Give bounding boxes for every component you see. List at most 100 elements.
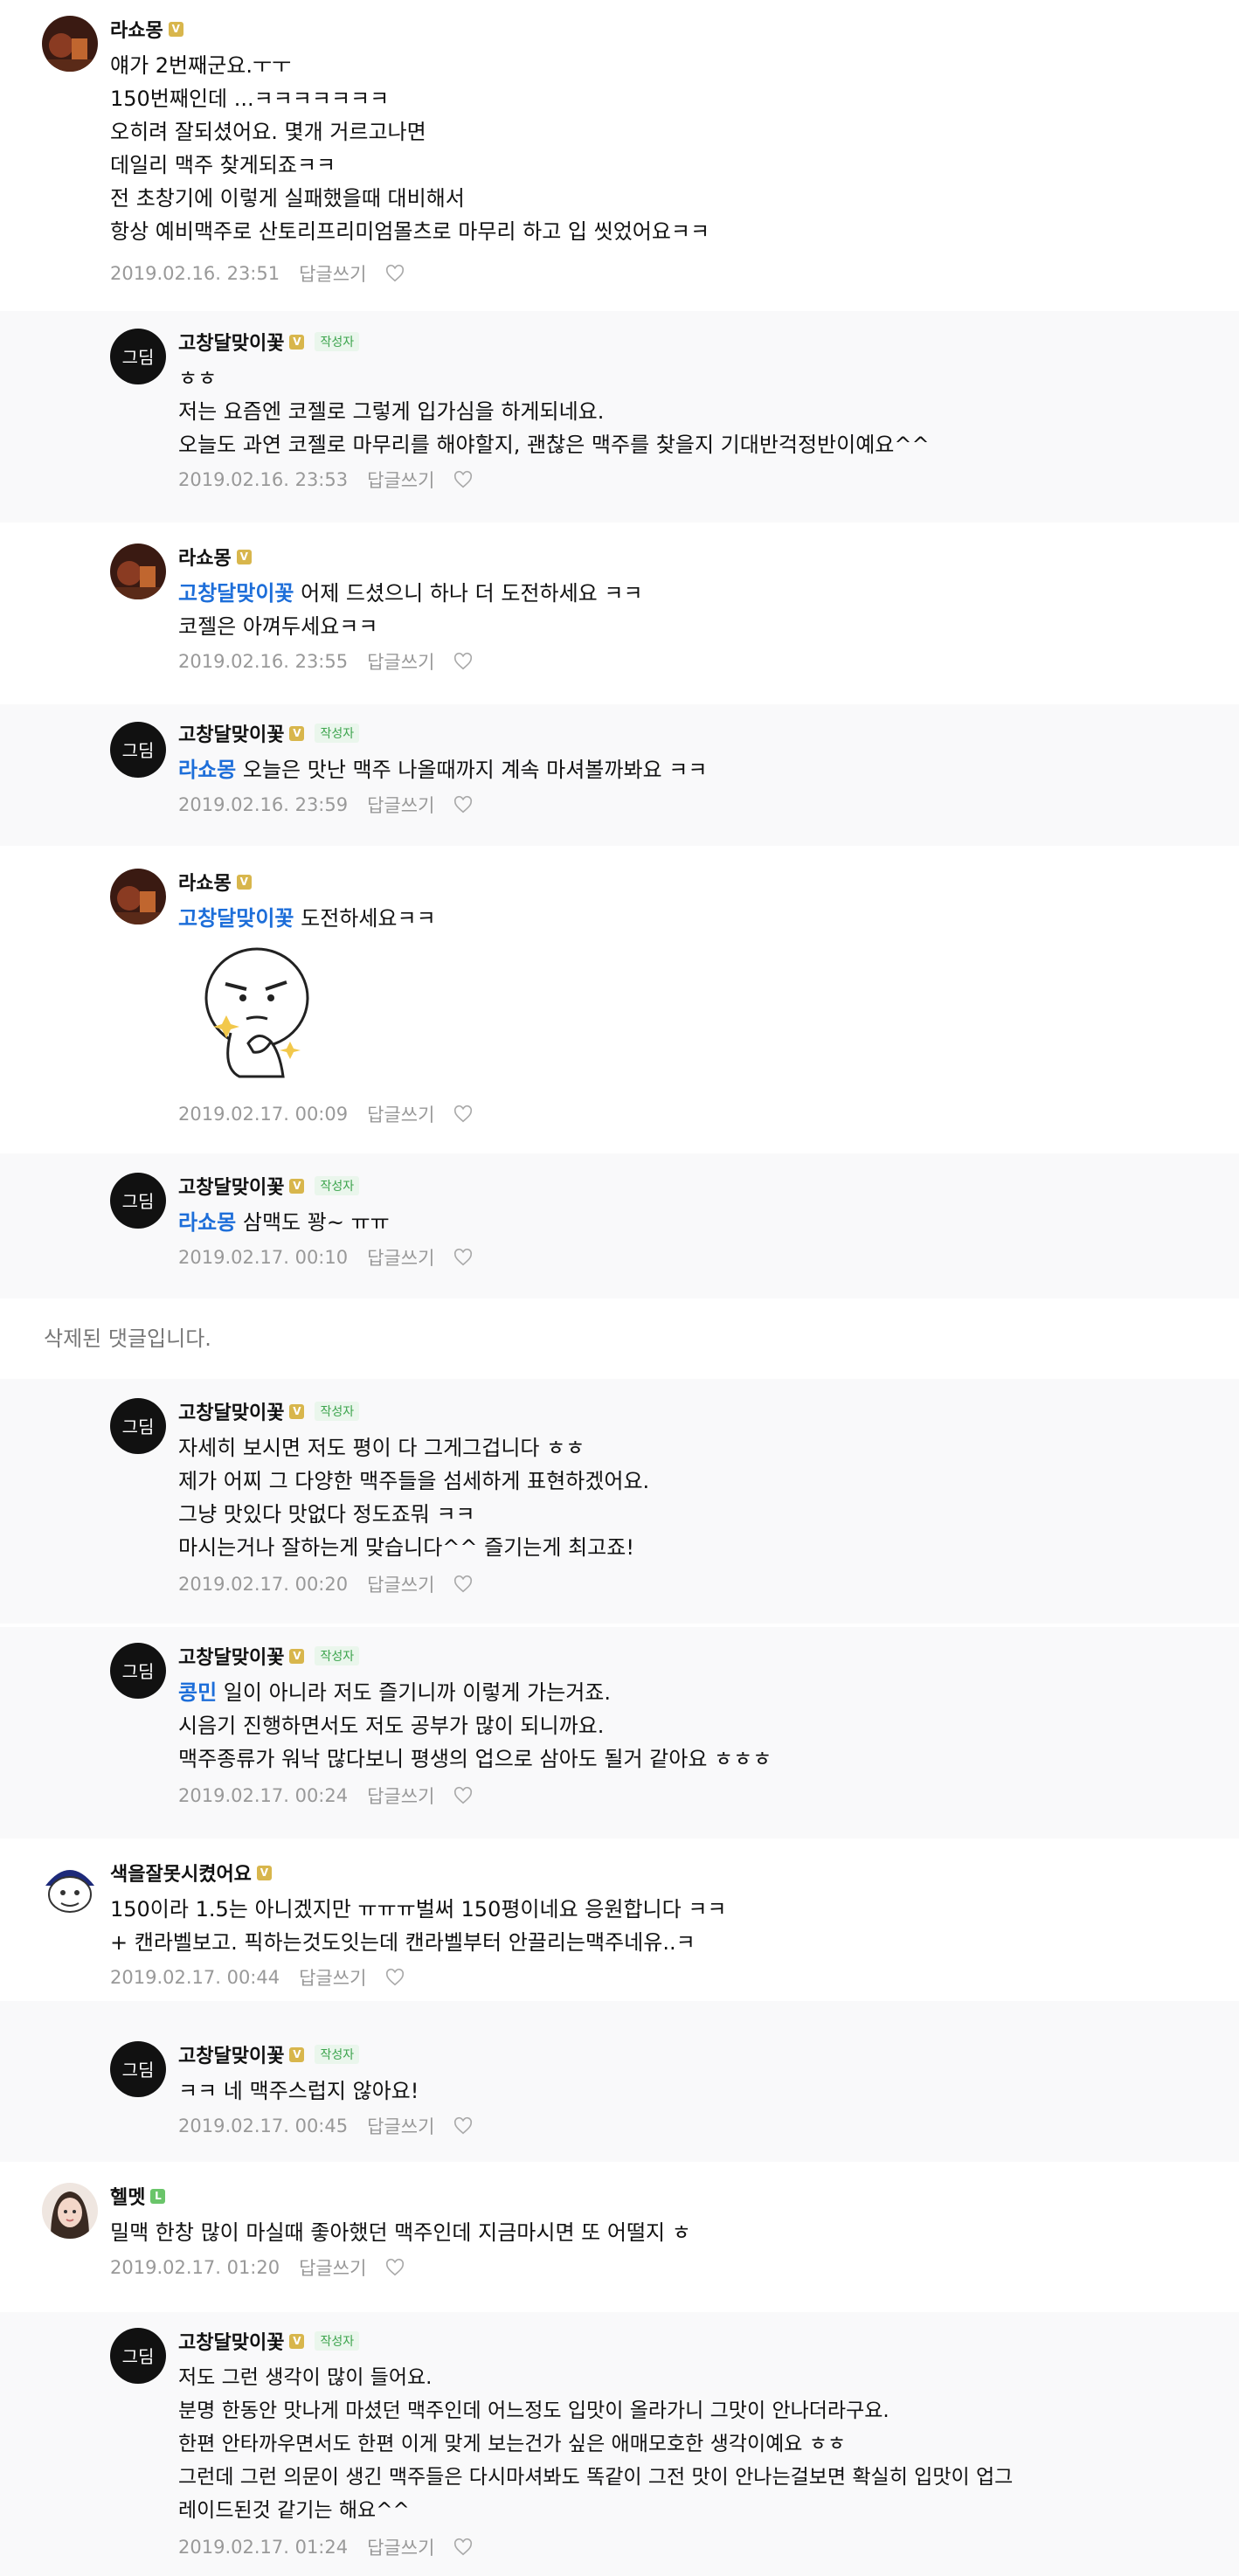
avatar[interactable]: 그딤: [110, 1173, 166, 1229]
reply-button[interactable]: 답글쓰기: [367, 648, 434, 675]
comment-date: 2019.02.17. 01:24: [178, 2537, 349, 2558]
reply-button[interactable]: 답글쓰기: [299, 2254, 366, 2281]
member-level-icon: V: [289, 1178, 305, 1194]
avatar[interactable]: [110, 869, 166, 924]
comment-text: ㅋㅋ 네 맥주스럽지 않아요!: [178, 2079, 419, 2103]
comment-author[interactable]: 고창달맞이꽃: [178, 2327, 284, 2355]
comment-date: 2019.02.17. 00:09: [178, 1104, 349, 1125]
member-level-icon: V: [236, 874, 252, 890]
heart-icon[interactable]: [453, 1104, 473, 1124]
member-level-icon: V: [168, 21, 183, 37]
svg-text:그딤: 그딤: [122, 1191, 155, 1212]
comment-date: 2019.02.17. 00:45: [178, 2116, 349, 2136]
avatar[interactable]: 그딤: [110, 2041, 166, 2097]
avatar[interactable]: [42, 2183, 98, 2239]
comment-item: 라쇼몽 V 얘가 2번째군요.ㅜㅜ 150번째인데 ...ㅋㅋㅋㅋㅋㅋㅋ 오히려 잘…: [0, 0, 1239, 308]
comment-author[interactable]: 고창달맞이꽃: [178, 1397, 284, 1425]
reply-button[interactable]: 답글쓰기: [299, 260, 366, 287]
svg-text:그딤: 그딤: [122, 347, 155, 368]
comment-text: 라쇼몽 삼맥도 꽝~ ㅠㅠ: [178, 1210, 390, 1235]
member-level-icon: V: [289, 334, 305, 350]
avatar[interactable]: 그딤: [110, 2328, 166, 2384]
author-badge: 작성자: [315, 724, 360, 743]
author-badge: 작성자: [315, 1176, 360, 1195]
reply-item: 라쇼몽 V 고창달맞이꽃 어제 드셨으니 하나 더 도전하세요 ㅋㅋ 코젤은 아껴…: [0, 526, 1239, 697]
comment-date: 2019.02.16. 23:53: [178, 469, 349, 490]
comment-author[interactable]: 고창달맞이꽃: [178, 2040, 284, 2068]
comment-text: 150이라 1.5는 아니겠지만 ㅠㅠㅠ벌써 150평이네요 응원합니다 ㅋㅋ +…: [110, 1897, 727, 1955]
heart-icon[interactable]: [453, 1786, 473, 1805]
reply-item: 그딤 고창달맞이꽃 V 작성자 콩민 일이 아니라 저도 즐기니까 이렇게 가는…: [0, 1627, 1239, 1839]
comment-date: 2019.02.17. 00:20: [178, 1574, 349, 1595]
reply-item: 그딤 고창달맞이꽃 V 작성자 라쇼몽 오늘은 맛난 맥주 나올때까지 계속 마…: [0, 704, 1239, 846]
reply-button[interactable]: 답글쓰기: [367, 1783, 434, 1809]
comment-text: 라쇼몽 오늘은 맛난 맥주 나올때까지 계속 마셔볼까봐요 ㅋㅋ: [178, 758, 708, 782]
comment-text: 콩민 일이 아니라 저도 즐기니까 이렇게 가는거죠. 시음기 진행하면서도 저도…: [178, 1680, 772, 1771]
author-badge: 작성자: [315, 1646, 360, 1665]
comment-author[interactable]: 헬멧: [110, 2182, 145, 2210]
heart-icon[interactable]: [453, 1575, 473, 1594]
comment-text: 저도 그런 생각이 많이 들어요. 분명 한동안 맛나게 마셨던 맥주인데 어느정…: [178, 2366, 1014, 2522]
reply-item: 라쇼몽 V 고창달맞이꽃 도전하세요ㅋㅋ 2019.02.17. 00:09 답…: [0, 853, 1239, 1150]
reply-item: 그딤 고창달맞이꽃 V 작성자 ㅎㅎ 저는 요즘엔 코젤로 그렇게 입가심을 하게…: [0, 311, 1239, 523]
heart-icon[interactable]: [453, 2538, 473, 2557]
heart-icon[interactable]: [453, 652, 473, 671]
avatar[interactable]: [110, 544, 166, 599]
svg-text:그딤: 그딤: [122, 1416, 155, 1437]
heart-icon[interactable]: [453, 470, 473, 489]
avatar[interactable]: [42, 1859, 98, 1915]
svg-text:그딤: 그딤: [122, 740, 155, 761]
member-level-icon: V: [236, 549, 252, 564]
avatar[interactable]: 그딤: [110, 1398, 166, 1454]
comment-author[interactable]: 고창달맞이꽃: [178, 1172, 284, 1200]
mention-link[interactable]: 고창달맞이꽃: [178, 906, 294, 931]
heart-icon[interactable]: [385, 264, 405, 283]
avatar[interactable]: 그딤: [110, 722, 166, 778]
avatar[interactable]: 그딤: [110, 329, 166, 384]
author-badge: 작성자: [315, 1402, 360, 1421]
reply-button[interactable]: 답글쓰기: [367, 792, 434, 818]
member-level-icon: V: [289, 2333, 305, 2349]
reply-button[interactable]: 답글쓰기: [299, 1964, 366, 1991]
comment-text: 고창달맞이꽃 도전하세요ㅋㅋ: [178, 906, 436, 931]
comment-author[interactable]: 라쇼몽: [110, 15, 163, 43]
comment-date: 2019.02.17. 00:24: [178, 1785, 349, 1806]
avatar[interactable]: 그딤: [110, 1643, 166, 1699]
comment-item: 헬멧 L 밀맥 한창 많이 마실때 좋아했던 맥주인데 지금마시면 또 어떨지 …: [0, 2165, 1239, 2309]
heart-icon[interactable]: [453, 2116, 473, 2136]
reply-item: 그딤 고창달맞이꽃 V 작성자 자세히 보시면 저도 평이 다 그게그겁니다 ㅎ…: [0, 1379, 1239, 1624]
member-level-icon: V: [289, 2046, 305, 2062]
heart-icon[interactable]: [453, 1248, 473, 1267]
mention-link[interactable]: 라쇼몽: [178, 758, 236, 782]
reply-button[interactable]: 답글쓰기: [367, 2113, 434, 2139]
heart-icon[interactable]: [385, 1968, 405, 1987]
mention-link[interactable]: 고창달맞이꽃: [178, 581, 294, 606]
comment-text: 자세히 보시면 저도 평이 다 그게그겁니다 ㅎㅎ 제가 어찌 그 다양한 맥주들…: [178, 1436, 650, 1560]
reply-item: 그딤 고창달맞이꽃 V 작성자 저도 그런 생각이 많이 들어요. 분명 한동안 …: [0, 2312, 1239, 2576]
member-level-icon: V: [289, 1648, 305, 1664]
mention-link[interactable]: 콩민: [178, 1680, 217, 1705]
svg-text:그딤: 그딤: [122, 2346, 155, 2367]
comment-author[interactable]: 고창달맞이꽃: [178, 719, 284, 747]
reply-button[interactable]: 답글쓰기: [367, 467, 434, 493]
svg-text:그딤: 그딤: [122, 1661, 155, 1682]
reply-button[interactable]: 답글쓰기: [367, 1244, 434, 1271]
heart-icon[interactable]: [453, 795, 473, 814]
comment-author[interactable]: 색을잘못시켰어요: [110, 1859, 252, 1887]
heart-icon[interactable]: [385, 2258, 405, 2277]
comment-author[interactable]: 고창달맞이꽃: [178, 328, 284, 356]
comment-author[interactable]: 라쇼몽: [178, 543, 232, 571]
reply-button[interactable]: 답글쓰기: [367, 2534, 434, 2560]
comment-author[interactable]: 고창달맞이꽃: [178, 1642, 284, 1670]
thinking-face-sticker: [204, 947, 309, 1078]
comment-date: 2019.02.17. 00:10: [178, 1247, 349, 1268]
reply-button[interactable]: 답글쓰기: [367, 1571, 434, 1597]
member-level-icon: V: [256, 1865, 272, 1880]
comment-text: 고창달맞이꽃 어제 드셨으니 하나 더 도전하세요 ㅋㅋ 코젤은 아껴두세요ㅋㅋ: [178, 581, 643, 639]
comment-author[interactable]: 라쇼몽: [178, 868, 232, 896]
reply-button[interactable]: 답글쓰기: [367, 1101, 434, 1127]
comment-item: 색을잘못시켰어요 V 150이라 1.5는 아니겠지만 ㅠㅠㅠ벌써 150평이네…: [0, 1842, 1239, 1998]
member-level-icon: V: [289, 725, 305, 741]
avatar[interactable]: [42, 16, 98, 72]
mention-link[interactable]: 라쇼몽: [178, 1210, 236, 1235]
